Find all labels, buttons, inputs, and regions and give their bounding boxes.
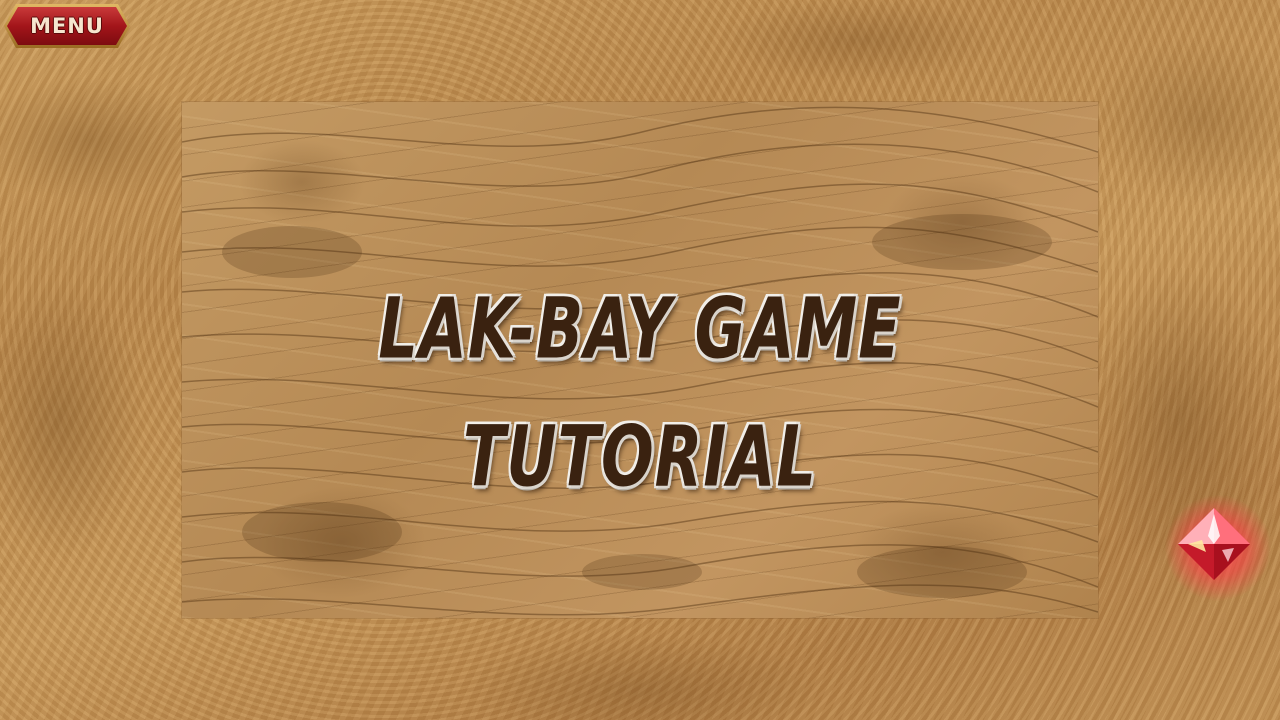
menu-button[interactable]: MENU	[4, 4, 130, 48]
menu-button-label: MENU	[30, 14, 104, 38]
title-line-1: Lak-Bay Game	[378, 279, 902, 378]
title-line-2: Tutorial	[463, 407, 817, 506]
next-gem-button[interactable]	[1160, 490, 1276, 606]
red-crystal-gem-icon	[1178, 508, 1250, 580]
menu-button-face: MENU	[7, 7, 127, 45]
title-panel: Lak-Bay Game Tutorial	[182, 102, 1098, 618]
